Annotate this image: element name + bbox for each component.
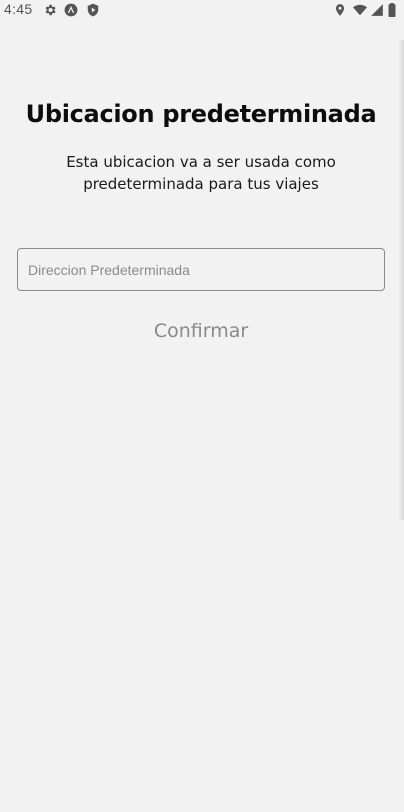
signal-icon	[370, 3, 384, 17]
app-icon	[64, 3, 78, 17]
default-address-input[interactable]	[17, 248, 385, 291]
shield-play-icon	[86, 3, 100, 17]
wifi-icon	[353, 3, 367, 17]
settings-icon	[43, 3, 57, 17]
status-time: 4:45	[4, 1, 33, 17]
battery-icon	[387, 3, 397, 17]
confirm-button[interactable]: Confirmar	[101, 314, 301, 348]
app-screen: 4:45 Ubicacion predeterminada Esta ubica…	[0, 0, 404, 812]
status-bar: 4:45	[0, 0, 404, 20]
page-subtitle: Esta ubicacion va a ser usada como prede…	[66, 153, 336, 193]
location-icon	[333, 3, 347, 17]
page-title: Ubicacion predeterminada	[25, 100, 377, 128]
